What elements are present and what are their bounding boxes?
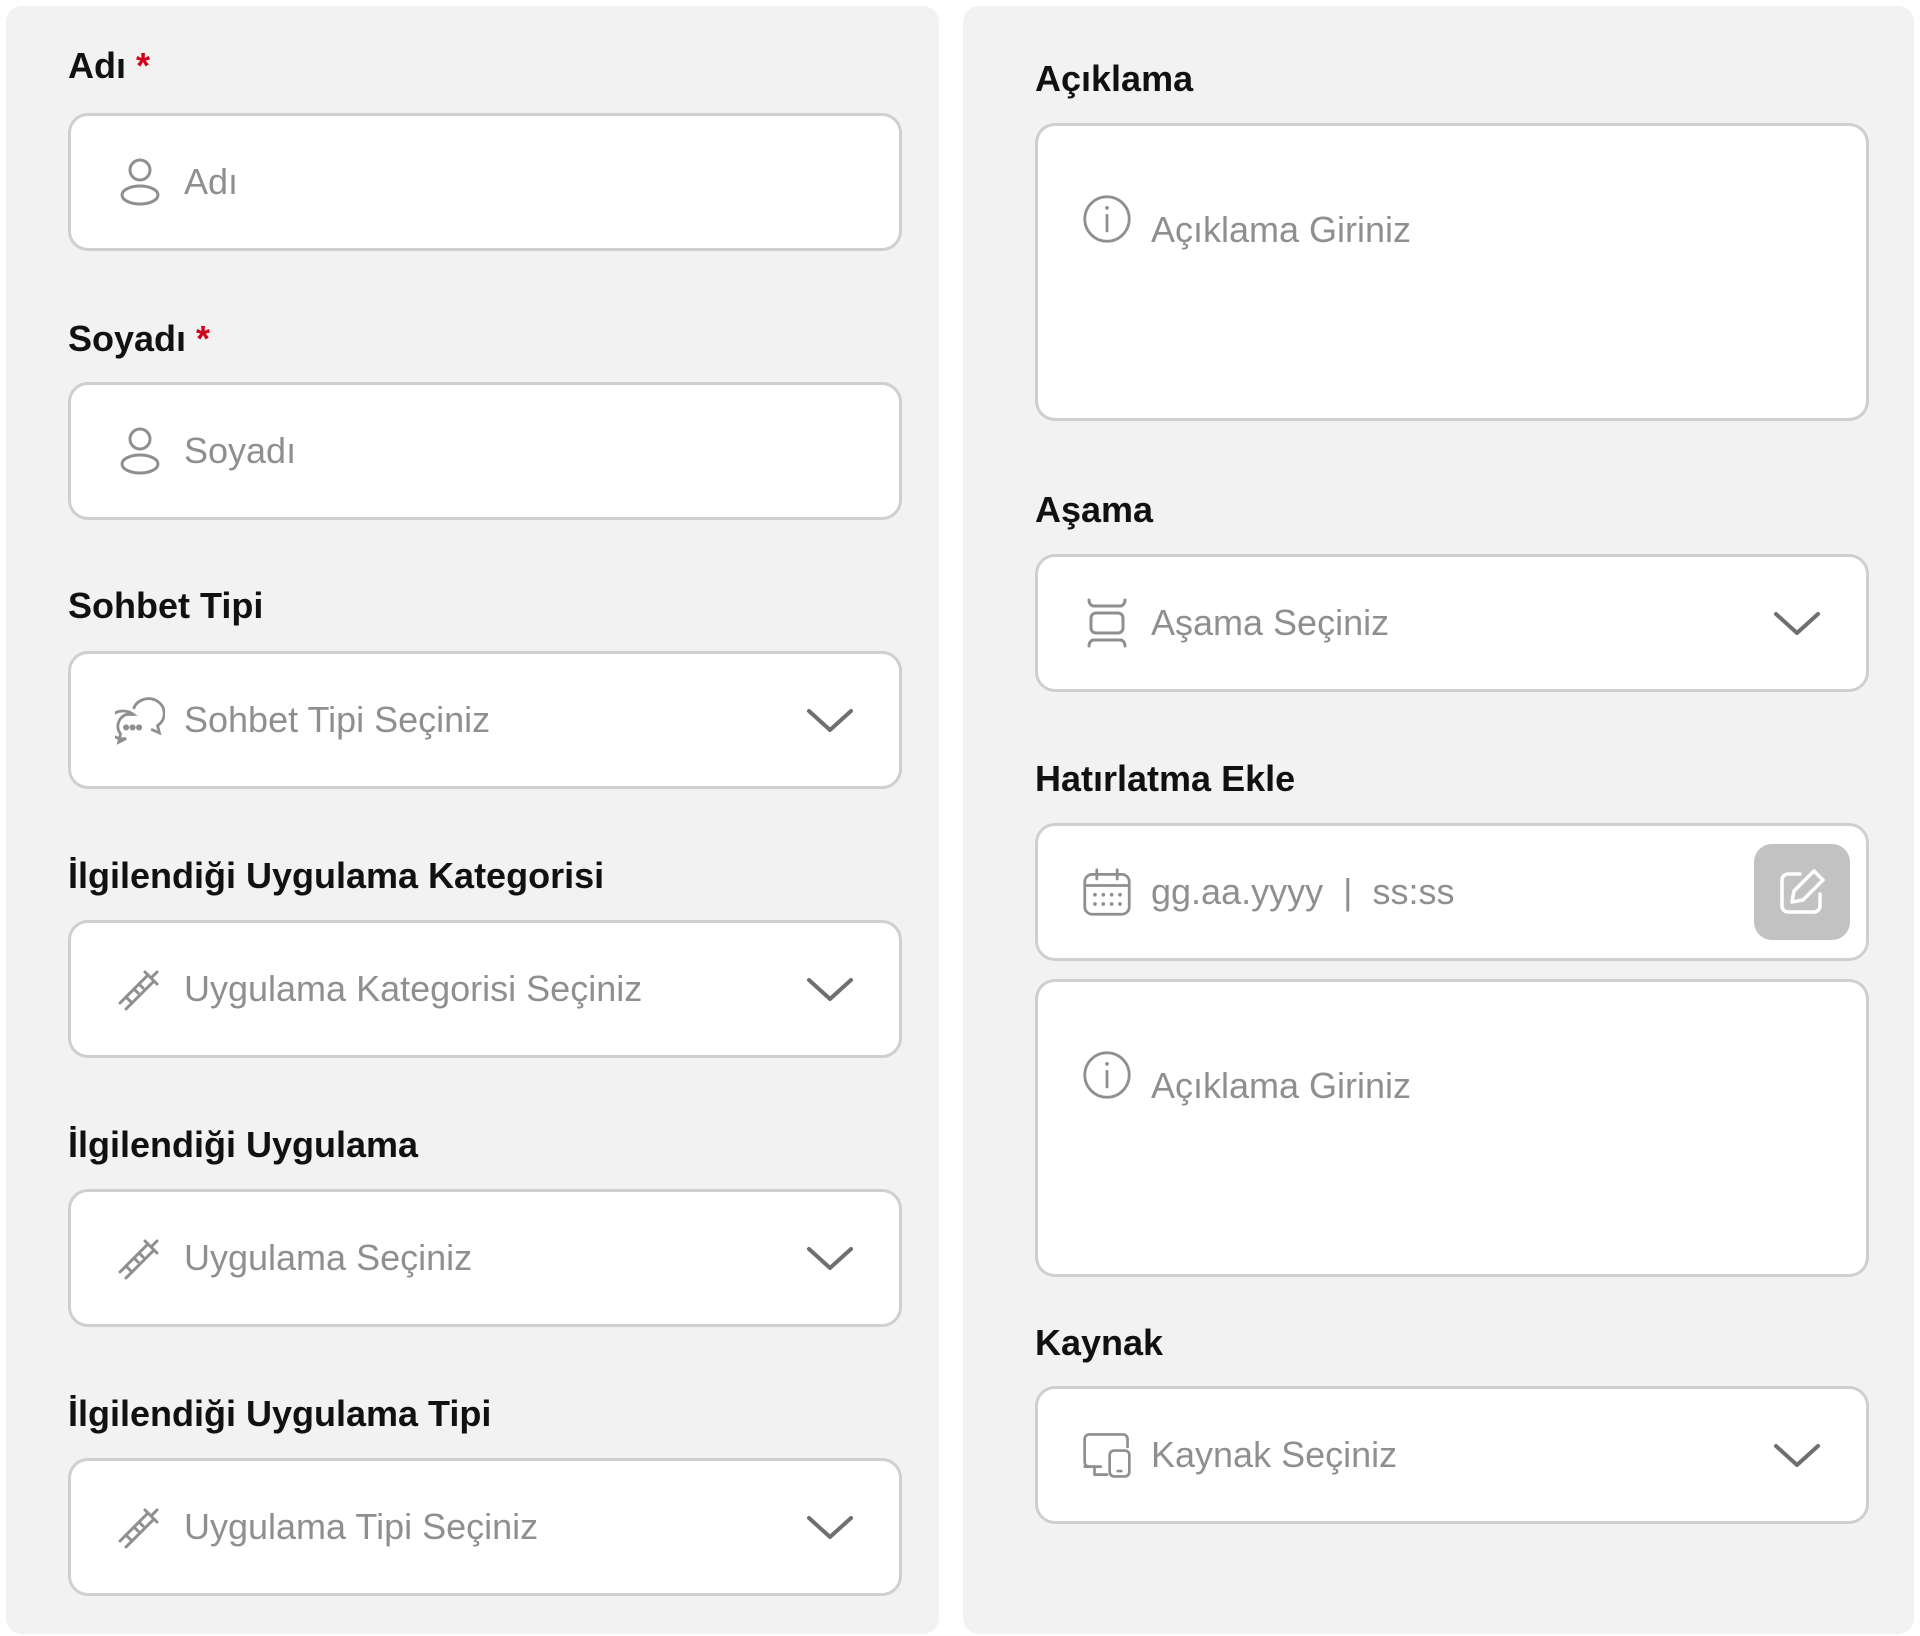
chat-type-label: Sohbet Tipi [68, 585, 264, 626]
left-form-panel: Adı * Adı Soyadı * Soyadı Sohbet Tipi Soh [6, 6, 939, 1634]
description-textarea[interactable]: Açıklama Giriniz [1035, 123, 1869, 421]
chevron-down-icon [807, 978, 853, 1001]
syringe-icon [115, 1233, 165, 1283]
app-label: İlgilendiği Uygulama [68, 1124, 419, 1165]
edit-reminder-button[interactable] [1754, 844, 1850, 940]
app-select[interactable]: Uygulama Seçiniz [68, 1189, 902, 1327]
info-icon [1082, 194, 1132, 244]
chevron-down-icon [807, 709, 853, 732]
description-label: Açıklama [1035, 58, 1194, 99]
calendar-icon [1082, 867, 1132, 917]
app-category-select[interactable]: Uygulama Kategorisi Seçiniz [68, 920, 902, 1058]
app-category-label: İlgilendiği Uygulama Kategorisi [68, 855, 605, 896]
chevron-down-icon [1774, 612, 1820, 635]
user-icon [115, 426, 165, 476]
edit-icon [1780, 869, 1825, 914]
reminder-note-textarea[interactable]: Açıklama Giriniz [1035, 979, 1869, 1277]
info-icon [1082, 1050, 1132, 1100]
chevron-down-icon [807, 1247, 853, 1270]
chevron-down-icon [1774, 1444, 1820, 1467]
stage-select[interactable]: Aşama Seçiniz [1035, 554, 1869, 692]
reminder-label: Hatırlatma Ekle [1035, 758, 1296, 799]
user-icon [115, 157, 165, 207]
first-name-input[interactable]: Adı [68, 113, 902, 251]
required-mark: * [136, 45, 151, 86]
right-form-panel: Açıklama Açıklama Giriniz Aşama Aşama Se… [963, 6, 1914, 1634]
chevron-down-icon [807, 1516, 853, 1539]
chat-type-placeholder: Sohbet Tipi Seçiniz [184, 699, 491, 740]
app-type-placeholder: Uygulama Tipi Seçiniz [184, 1506, 539, 1547]
app-category-placeholder: Uygulama Kategorisi Seçiniz [184, 968, 643, 1009]
stage-placeholder: Aşama Seçiniz [1151, 602, 1390, 643]
app-placeholder: Uygulama Seçiniz [184, 1237, 473, 1278]
reminder-note-placeholder: Açıklama Giriniz [1151, 1065, 1412, 1106]
last-name-input[interactable]: Soyadı [68, 382, 902, 520]
syringe-icon [115, 1502, 165, 1552]
app-type-label: İlgilendiği Uygulama Tipi [68, 1393, 492, 1434]
stage-icon [1082, 598, 1132, 648]
date-placeholder: gg.aa.yyyy [1151, 871, 1324, 912]
chat-bubbles-icon [115, 695, 165, 745]
chat-type-select[interactable]: Sohbet Tipi Seçiniz [68, 651, 902, 789]
source-placeholder: Kaynak Seçiniz [1151, 1434, 1398, 1475]
devices-icon [1082, 1430, 1132, 1480]
first-name-label: Adı * [68, 45, 151, 86]
last-name-label: Soyadı * [68, 318, 211, 359]
app-type-select[interactable]: Uygulama Tipi Seçiniz [68, 1458, 902, 1596]
time-placeholder: ss:ss [1372, 871, 1455, 912]
last-name-placeholder: Soyadı [184, 430, 297, 471]
source-select[interactable]: Kaynak Seçiniz [1035, 1386, 1869, 1524]
stage-label: Aşama [1035, 489, 1154, 530]
date-time-separator: | [1343, 871, 1353, 912]
reminder-datetime-placeholder: gg.aa.yyyy | ss:ss [1151, 871, 1454, 913]
syringe-icon [115, 964, 165, 1014]
first-name-placeholder: Adı [184, 161, 239, 202]
reminder-datetime-input[interactable]: gg.aa.yyyy | ss:ss [1035, 823, 1869, 961]
description-placeholder: Açıklama Giriniz [1151, 209, 1412, 250]
source-label: Kaynak [1035, 1322, 1164, 1363]
required-mark: * [196, 318, 211, 359]
